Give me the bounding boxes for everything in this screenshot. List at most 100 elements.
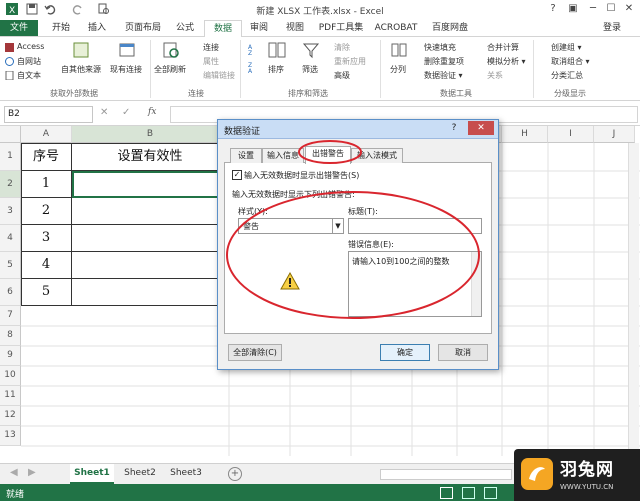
add-sheet-icon[interactable]: + xyxy=(228,467,242,481)
tab-baidu-netdisk[interactable]: 百度网盘 xyxy=(426,20,474,36)
subtotal-button[interactable]: 分类汇总 xyxy=(551,70,583,81)
ribbon-display-button[interactable]: ▣ xyxy=(566,2,580,16)
text-to-columns-button[interactable]: 分列 xyxy=(390,64,406,75)
table-cell[interactable] xyxy=(72,279,229,306)
clear-filter-button[interactable]: 清除 xyxy=(334,42,350,53)
dialog-help-button[interactable]: ? xyxy=(446,122,462,135)
row-header-10[interactable]: 10 xyxy=(0,366,21,386)
column-header-i[interactable]: I xyxy=(548,126,594,143)
edit-links-button[interactable]: 编辑链接 xyxy=(203,70,235,81)
from-web-button[interactable]: 自网站 xyxy=(17,56,41,67)
selected-cell-b2[interactable] xyxy=(72,171,229,198)
what-if-analysis-button[interactable]: 模拟分析 ▾ xyxy=(487,56,526,67)
title-input[interactable] xyxy=(348,218,482,234)
table-cell-number[interactable]: 3 xyxy=(21,225,72,252)
horizontal-scrollbar[interactable] xyxy=(380,469,512,480)
table-cell-number[interactable]: 5 xyxy=(21,279,72,306)
sort-az-icon[interactable]: AZ xyxy=(248,43,260,55)
error-message-textarea[interactable]: 请输入10到100之间的整数 xyxy=(348,251,482,317)
sign-in-link[interactable]: 登录 xyxy=(596,20,628,36)
tab-settings[interactable]: 设置 xyxy=(230,148,262,163)
filter-button[interactable]: 筛选 xyxy=(302,64,318,75)
tab-view[interactable]: 视图 xyxy=(278,20,312,36)
next-sheet-icon[interactable]: ▶ xyxy=(28,467,36,478)
column-header-a[interactable]: A xyxy=(21,126,72,143)
row-header-1[interactable]: 1 xyxy=(0,143,21,171)
tab-acrobat[interactable]: ACROBAT xyxy=(372,20,420,36)
connections-button[interactable]: 连接 xyxy=(203,42,219,53)
row-header-5[interactable]: 5 xyxy=(0,252,21,279)
ok-button[interactable]: 确定 xyxy=(380,344,430,361)
table-cell-number[interactable]: 1 xyxy=(21,171,72,198)
row-header-9[interactable]: 9 xyxy=(0,346,21,366)
column-header-b[interactable]: B xyxy=(72,126,229,143)
row-header-3[interactable]: 3 xyxy=(0,198,21,225)
maximize-button[interactable]: ☐ xyxy=(604,2,618,16)
cancel-button[interactable]: 取消 xyxy=(438,344,488,361)
tab-file[interactable]: 文件 xyxy=(0,20,38,36)
header-cell-index[interactable]: 序号 xyxy=(21,143,72,171)
dialog-close-button[interactable]: ✕ xyxy=(468,121,494,135)
row-header-8[interactable]: 8 xyxy=(0,326,21,346)
row-header-2[interactable]: 2 xyxy=(0,171,21,198)
table-cell[interactable] xyxy=(72,198,229,225)
existing-connections-button[interactable]: 现有连接 xyxy=(110,64,142,75)
insert-function-button[interactable]: fx xyxy=(148,107,156,117)
sort-za-icon[interactable]: ZA xyxy=(248,61,260,73)
tab-page-layout[interactable]: 页面布局 xyxy=(118,20,168,36)
help-button[interactable]: ? xyxy=(546,2,560,16)
other-sources-button[interactable]: 自其他来源 xyxy=(61,64,101,75)
consolidate-button[interactable]: 合并计算 xyxy=(487,42,519,53)
column-header-h[interactable]: H xyxy=(502,126,548,143)
sheet-tab-2[interactable]: Sheet2 xyxy=(118,464,162,482)
tab-home[interactable]: 开始 xyxy=(44,20,78,36)
tab-review[interactable]: 审阅 xyxy=(242,20,276,36)
normal-view-icon[interactable] xyxy=(440,487,453,499)
show-error-checkbox[interactable]: ✓ xyxy=(232,170,242,180)
row-header-4[interactable]: 4 xyxy=(0,225,21,252)
remove-duplicates-button[interactable]: 删除重复项 xyxy=(424,56,464,67)
tab-insert[interactable]: 插入 xyxy=(80,20,114,36)
textarea-scrollbar[interactable] xyxy=(471,252,481,316)
page-break-view-icon[interactable] xyxy=(484,487,497,499)
sort-button[interactable]: 排序 xyxy=(268,64,284,75)
relationships-button[interactable]: 关系 xyxy=(487,70,503,81)
properties-button[interactable]: 属性 xyxy=(203,56,219,67)
prev-sheet-icon[interactable]: ◀ xyxy=(10,467,18,478)
sheet-tab-3[interactable]: Sheet3 xyxy=(164,464,208,482)
row-header-6[interactable]: 6 xyxy=(0,279,21,306)
tab-pdf-tools[interactable]: PDF工具集 xyxy=(316,20,366,36)
group-button[interactable]: 创建组 ▾ xyxy=(551,42,582,53)
row-header-13[interactable]: 13 xyxy=(0,426,21,446)
page-layout-view-icon[interactable] xyxy=(462,487,475,499)
close-button[interactable]: ✕ xyxy=(622,2,636,16)
table-cell[interactable] xyxy=(72,252,229,279)
style-select[interactable]: 警告 ▼ xyxy=(238,218,344,234)
tab-ime-mode[interactable]: 输入法模式 xyxy=(351,148,403,163)
tab-data[interactable]: 数据 xyxy=(204,20,242,38)
ungroup-button[interactable]: 取消组合 ▾ xyxy=(551,56,590,67)
flash-fill-button[interactable]: 快速填充 xyxy=(424,42,456,53)
reapply-button[interactable]: 重新应用 xyxy=(334,56,366,67)
clear-all-button[interactable]: 全部清除(C) xyxy=(228,344,282,361)
sheet-tab-1[interactable]: Sheet1 xyxy=(70,464,114,484)
from-access-button[interactable]: Access xyxy=(17,42,44,51)
row-header-12[interactable]: 12 xyxy=(0,406,21,426)
table-cell-number[interactable]: 2 xyxy=(21,198,72,225)
column-header-j[interactable]: J xyxy=(594,126,635,143)
name-box[interactable]: B2 xyxy=(4,106,93,123)
minimize-button[interactable]: ─ xyxy=(586,2,600,16)
header-cell-validation[interactable]: 设置有效性 xyxy=(72,143,229,171)
tab-formulas[interactable]: 公式 xyxy=(168,20,202,36)
data-validation-button[interactable]: 数据验证 ▾ xyxy=(424,70,463,81)
tab-input-message[interactable]: 输入信息 xyxy=(262,148,304,163)
chevron-down-icon[interactable]: ▼ xyxy=(332,219,343,233)
table-cell[interactable] xyxy=(72,225,229,252)
tab-error-alert[interactable]: 出错警告 xyxy=(305,146,351,164)
table-cell-number[interactable]: 4 xyxy=(21,252,72,279)
row-header-11[interactable]: 11 xyxy=(0,386,21,406)
from-text-button[interactable]: 自文本 xyxy=(17,70,41,81)
vertical-scrollbar[interactable] xyxy=(628,143,639,456)
refresh-all-button[interactable]: 全部刷新 xyxy=(154,64,186,75)
row-header-7[interactable]: 7 xyxy=(0,306,21,326)
